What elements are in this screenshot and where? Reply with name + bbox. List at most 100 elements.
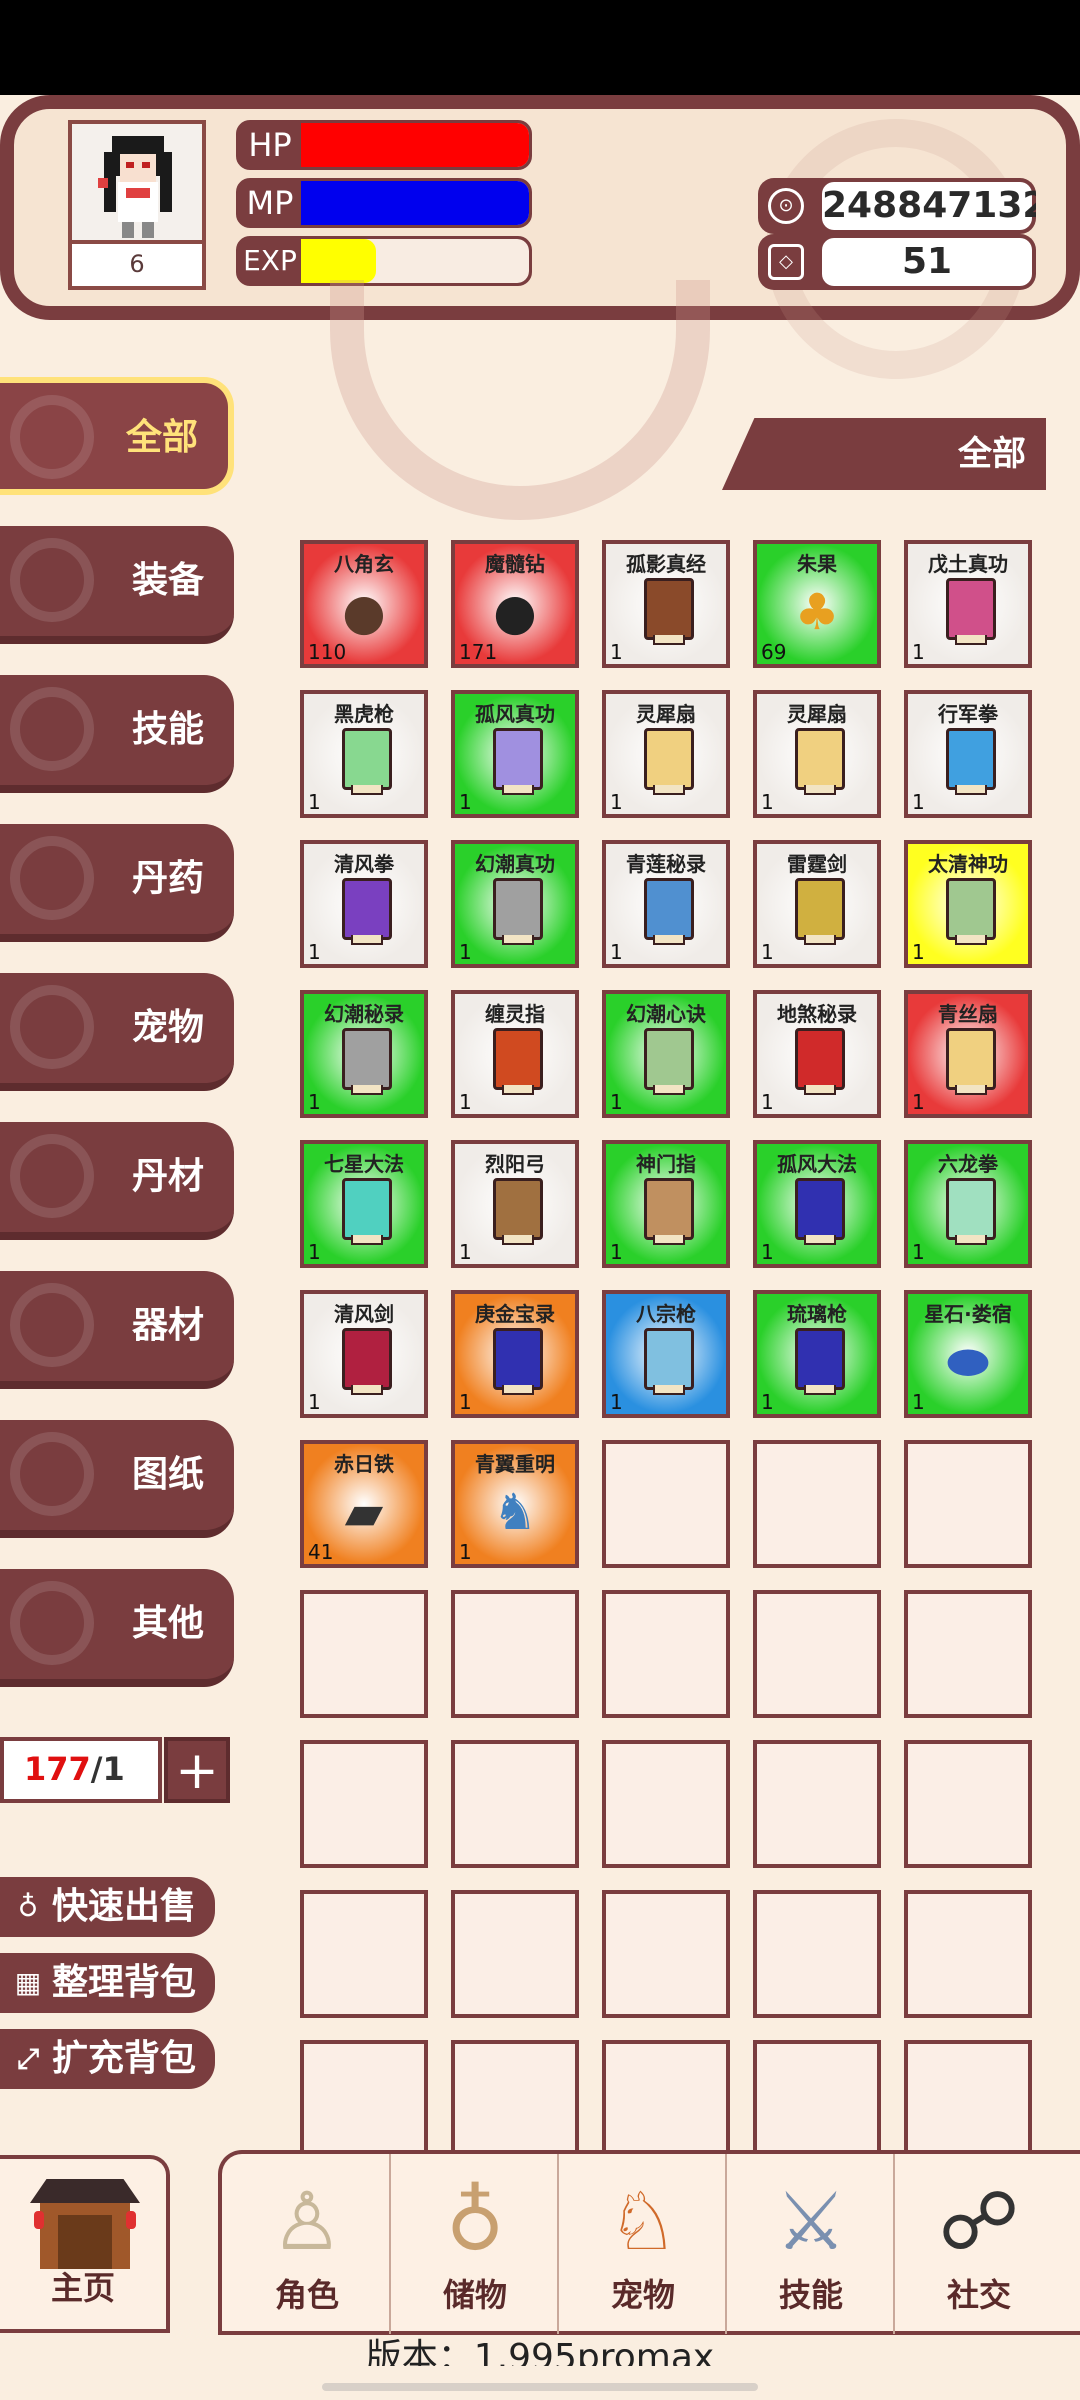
quick-sell-button[interactable]: ♁ 快速出售	[0, 1877, 215, 1937]
inventory-item[interactable]: ▰ 赤日铁 41	[300, 1440, 428, 1568]
item-name: 青丝扇	[938, 1002, 998, 1026]
coin-counter: ⊙ 248847132	[758, 178, 1036, 234]
inventory-item[interactable]: 黑虎枪 1	[300, 690, 428, 818]
inventory-item[interactable]: ♞ 青翼重明 1	[451, 1440, 579, 1568]
item-name: 灵犀扇	[636, 702, 696, 726]
inventory-item[interactable]: 六龙拳 1	[904, 1140, 1032, 1268]
item-count: 1	[459, 1090, 472, 1114]
empty-slot[interactable]	[753, 1740, 881, 1868]
nav-divider	[725, 2154, 727, 2334]
inventory-item[interactable]: ● 八角玄 110	[300, 540, 428, 668]
inventory-item[interactable]: 孤风大法 1	[753, 1140, 881, 1268]
nav-tab[interactable]: ♘ 宠物	[558, 2154, 728, 2334]
inventory-item[interactable]: 八宗枪 1	[602, 1290, 730, 1418]
inventory-item[interactable]: 孤影真经 1	[602, 540, 730, 668]
nav-tab[interactable]: ⚔ 技能	[726, 2154, 896, 2334]
category-label: 宠物	[131, 1007, 204, 1048]
inventory-item[interactable]: 缠灵指 1	[451, 990, 579, 1118]
inventory-item[interactable]: 幻潮心诀 1	[602, 990, 730, 1118]
category-tab[interactable]: 全部	[0, 377, 234, 495]
empty-slot[interactable]	[904, 1890, 1032, 2018]
item-count: 1	[912, 1240, 925, 1264]
player-avatar[interactable]: 6	[68, 120, 206, 290]
inventory-item[interactable]: 七星大法 1	[300, 1140, 428, 1268]
inventory-item[interactable]: 青丝扇 1	[904, 990, 1032, 1118]
inventory-item[interactable]: 青莲秘录 1	[602, 840, 730, 968]
inventory-item[interactable]: 太清神功 1	[904, 840, 1032, 968]
bag-capacity: 177/1	[0, 1737, 162, 1803]
scroll-book-icon	[946, 728, 996, 795]
empty-slot[interactable]	[753, 1440, 881, 1568]
category-tab[interactable]: 宠物	[0, 973, 234, 1091]
empty-slot[interactable]	[300, 1890, 428, 2018]
current-filter-tab[interactable]: 全部	[722, 418, 1046, 490]
inventory-item[interactable]: ⬬ 星石·娄宿 1	[904, 1290, 1032, 1418]
item-name: 七星大法	[324, 1152, 404, 1176]
coin-value: 248847132	[822, 182, 1036, 230]
empty-slot[interactable]	[602, 1740, 730, 1868]
empty-slot[interactable]	[602, 1440, 730, 1568]
inventory-item[interactable]: 幻潮秘录 1	[300, 990, 428, 1118]
item-count: 1	[459, 940, 472, 964]
inventory-item[interactable]: 孤风真功 1	[451, 690, 579, 818]
empty-slot[interactable]	[753, 1590, 881, 1718]
category-tab[interactable]: 器材	[0, 1271, 234, 1389]
category-tab[interactable]: 其他	[0, 1569, 234, 1687]
scroll-book-icon	[946, 1028, 996, 1095]
category-tab[interactable]: 装备	[0, 526, 234, 644]
empty-slot[interactable]	[451, 2040, 579, 2168]
empty-slot[interactable]	[904, 1590, 1032, 1718]
item-count: 1	[761, 1090, 774, 1114]
item-count: 1	[308, 790, 321, 814]
inventory-item[interactable]: 灵犀扇 1	[753, 690, 881, 818]
nav-tab[interactable]: ♙ 角色	[222, 2154, 392, 2334]
inventory-item[interactable]: 地煞秘录 1	[753, 990, 881, 1118]
empty-slot[interactable]	[753, 2040, 881, 2168]
exp-label: EXP	[243, 244, 297, 277]
nav-home[interactable]: 主页	[0, 2155, 170, 2333]
inventory-item[interactable]: 幻潮真功 1	[451, 840, 579, 968]
home-indicator[interactable]	[322, 2383, 758, 2391]
empty-slot[interactable]	[451, 1740, 579, 1868]
category-tab[interactable]: 丹材	[0, 1122, 234, 1240]
empty-slot[interactable]	[300, 1590, 428, 1718]
nav-tab[interactable]: ☍ 社交	[894, 2154, 1064, 2334]
inventory-item[interactable]: 清风剑 1	[300, 1290, 428, 1418]
nav-tab[interactable]: ♁ 储物	[390, 2154, 560, 2334]
inventory-item[interactable]: 戊土真功 1	[904, 540, 1032, 668]
item-name: 地煞秘录	[777, 1002, 857, 1026]
empty-slot[interactable]	[904, 1740, 1032, 1868]
item-name: 六龙拳	[938, 1152, 998, 1176]
empty-slot[interactable]	[904, 2040, 1032, 2168]
expand-icon: ⤢	[16, 2042, 40, 2075]
sort-bag-button[interactable]: ▦ 整理背包	[0, 1953, 215, 2013]
inventory-item[interactable]: 清风拳 1	[300, 840, 428, 968]
expand-capacity-plus-button[interactable]: +	[164, 1737, 230, 1803]
fox-pet-icon: ♘	[607, 2175, 679, 2268]
category-tab[interactable]: 图纸	[0, 1420, 234, 1538]
inventory-item[interactable]: 雷霆剑 1	[753, 840, 881, 968]
category-tab[interactable]: 丹药	[0, 824, 234, 942]
category-label: 丹药	[131, 858, 204, 899]
empty-slot[interactable]	[451, 1890, 579, 2018]
inventory-item[interactable]: ♣ 朱果 69	[753, 540, 881, 668]
inventory-item[interactable]: 琉璃枪 1	[753, 1290, 881, 1418]
inventory-item[interactable]: 灵犀扇 1	[602, 690, 730, 818]
inventory-item[interactable]: ● 魔髓钻 171	[451, 540, 579, 668]
inventory-item[interactable]: 庚金宝录 1	[451, 1290, 579, 1418]
empty-slot[interactable]	[451, 1590, 579, 1718]
empty-slot[interactable]	[300, 1740, 428, 1868]
expand-bag-button[interactable]: ⤢ 扩充背包	[0, 2029, 215, 2089]
empty-slot[interactable]	[904, 1440, 1032, 1568]
ingot-icon: ▰	[344, 1483, 384, 1541]
empty-slot[interactable]	[602, 1590, 730, 1718]
inventory-item[interactable]: 行军拳 1	[904, 690, 1032, 818]
inventory-item[interactable]: 烈阳弓 1	[451, 1140, 579, 1268]
inventory-item[interactable]: 神门指 1	[602, 1140, 730, 1268]
empty-slot[interactable]	[300, 2040, 428, 2168]
category-tab[interactable]: 技能	[0, 675, 234, 793]
empty-slot[interactable]	[602, 1890, 730, 2018]
grid-icon: ▦	[14, 1966, 42, 1999]
empty-slot[interactable]	[602, 2040, 730, 2168]
empty-slot[interactable]	[753, 1890, 881, 2018]
